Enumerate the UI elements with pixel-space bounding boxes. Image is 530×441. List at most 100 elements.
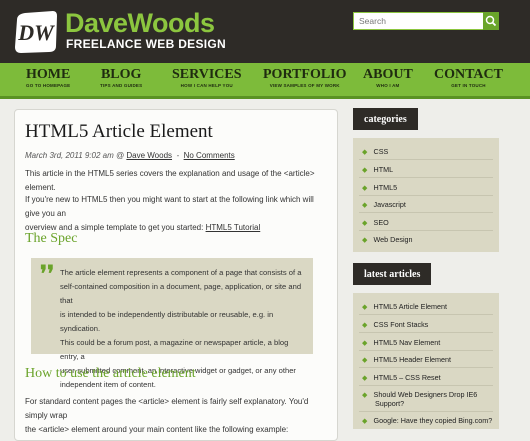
article-para2: If you're new to HTML5 then you might wa… xyxy=(25,193,325,235)
logo-icon[interactable]: DW xyxy=(13,10,59,54)
bullet-icon: ◆ xyxy=(362,302,368,311)
search-input[interactable]: Search xyxy=(353,12,499,30)
latest-label: HTML5 – CSS Reset xyxy=(373,373,441,382)
quote-icon: ❜❜ xyxy=(40,261,55,286)
category-label: Javascript xyxy=(373,200,406,209)
latest-label: Should Web Designers Drop IE6 xyxy=(373,390,478,399)
quote-line: The article element represents a compone… xyxy=(60,268,302,277)
howto-para: For standard content pages the <article>… xyxy=(25,395,325,437)
quote-line: self-contained composition in a document… xyxy=(60,282,302,305)
categories-heading: categories xyxy=(353,108,418,130)
category-label: SEO xyxy=(373,218,389,227)
quote-line: This could be a forum post, a magazine o… xyxy=(60,338,289,361)
latest-label: HTML5 Nav Element xyxy=(373,338,441,347)
latest-item[interactable]: ◆ Should Web Designers Drop IE6 Support? xyxy=(362,390,477,408)
category-label: CSS xyxy=(373,147,389,156)
para2-line1: If you're new to HTML5 then you might wa… xyxy=(25,195,314,218)
category-item[interactable]: ◆ CSS xyxy=(362,147,388,156)
latest-item[interactable]: ◆ HTML5 Header Element xyxy=(362,355,451,364)
divider xyxy=(359,230,493,231)
nav-sub: TIPS AND GUIDES xyxy=(100,83,143,88)
spec-heading: The Spec xyxy=(25,231,78,246)
nav-item-about[interactable]: ABOUT WHO I AM xyxy=(363,67,413,89)
comments-link[interactable]: No Comments xyxy=(184,151,235,160)
divider xyxy=(359,159,493,160)
article-intro: This article in the HTML5 series covers … xyxy=(25,169,315,192)
bullet-icon: ◆ xyxy=(362,338,368,347)
nav-label: PORTFOLIO xyxy=(263,67,347,82)
divider xyxy=(359,195,493,196)
nav-label: BLOG xyxy=(100,67,142,82)
nav-sub: WHO I AM xyxy=(376,83,400,88)
spec-blockquote: ❜❜ The article element represents a comp… xyxy=(31,258,313,389)
bullet-icon: ◆ xyxy=(362,416,368,425)
category-item[interactable]: ◆ Javascript xyxy=(362,200,406,209)
bullet-icon: ◆ xyxy=(362,390,368,399)
bullet-icon: ◆ xyxy=(362,183,368,192)
nav-item-contact[interactable]: CONTACT GET IN TOUCH xyxy=(434,67,503,89)
author-link[interactable]: Dave Woods xyxy=(126,151,172,160)
divider xyxy=(359,367,493,368)
tutorial-link[interactable]: HTML5 Tutorial xyxy=(206,223,261,232)
divider xyxy=(359,411,493,412)
bullet-icon: ◆ xyxy=(362,373,368,382)
bullet-icon: ◆ xyxy=(362,147,368,156)
logo-initials: DW xyxy=(17,20,55,45)
meta-separator: - xyxy=(174,151,182,160)
category-item[interactable]: ◆ HTML5 xyxy=(362,183,397,192)
nav-item-portfolio[interactable]: PORTFOLIO VIEW SAMPLES OF MY WORK xyxy=(263,67,347,89)
nav-sub: VIEW SAMPLES OF MY WORK xyxy=(269,83,340,88)
divider xyxy=(359,350,493,351)
latest-label: CSS Font Stacks xyxy=(373,320,429,329)
category-label: Web Design xyxy=(373,235,413,244)
category-item[interactable]: ◆ SEO xyxy=(362,218,389,227)
latest-item[interactable]: ◆ CSS Font Stacks xyxy=(362,320,428,329)
search-icon xyxy=(485,15,497,27)
divider xyxy=(359,177,493,178)
main-nav: HOME GO TO HOMEPAGE BLOG TIPS AND GUIDES… xyxy=(0,63,530,99)
nav-item-services[interactable]: SERVICES HOW I CAN HELP YOU xyxy=(172,67,242,89)
category-item[interactable]: ◆ Web Design xyxy=(362,235,413,244)
latest-label: Google: Have they copied Bing.com? xyxy=(373,416,493,425)
howto-line1: For standard content pages the <article>… xyxy=(25,397,309,420)
article-meta: March 3rd, 2011 9:02 am @ Dave Woods - N… xyxy=(25,151,235,160)
category-label: HTML5 xyxy=(373,183,398,192)
latest-label-cont: Support? xyxy=(375,399,405,408)
search-button[interactable] xyxy=(483,12,499,30)
nav-sub: GO TO HOMEPAGE xyxy=(26,83,71,88)
categories-box: ◆ CSS ◆ HTML ◆ HTML5 ◆ Javascript ◆ SEO ◆ Web … xyxy=(353,138,499,252)
site-header: DW DaveWoods FREELANCE WEB DESIGN xyxy=(0,0,530,63)
nav-label: CONTACT xyxy=(434,67,503,82)
bullet-icon: ◆ xyxy=(362,320,368,329)
divider xyxy=(359,332,493,333)
howto-line2: the <article> element around your main c… xyxy=(25,425,289,434)
latest-item[interactable]: ◆ HTML5 Article Element xyxy=(362,302,447,311)
latest-label: HTML5 Article Element xyxy=(373,302,448,311)
category-item[interactable]: ◆ HTML xyxy=(362,165,393,174)
latest-box: ◆ HTML5 Article Element ◆ CSS Font Stacks … xyxy=(353,293,499,429)
nav-sub: GET IN TOUCH xyxy=(451,83,486,88)
bullet-icon: ◆ xyxy=(362,200,368,209)
latest-item[interactable]: ◆ Google: Have they copied Bing.com? xyxy=(362,416,492,425)
bullet-icon: ◆ xyxy=(362,235,368,244)
nav-label: HOME xyxy=(26,67,71,82)
quote-line: is intended to be independently distribu… xyxy=(60,310,274,333)
bullet-icon: ◆ xyxy=(362,355,368,364)
nav-sub: HOW I CAN HELP YOU xyxy=(180,83,233,88)
article-title: HTML5 Article Element xyxy=(25,121,213,142)
article-date: March 3rd, 2011 9:02 am @ xyxy=(25,151,125,160)
latest-heading: latest articles xyxy=(353,263,432,285)
howto-heading: How to use the article element xyxy=(25,366,196,381)
divider xyxy=(359,314,493,315)
site-brand[interactable]: DaveWoods xyxy=(65,8,215,39)
nav-label: ABOUT xyxy=(363,67,413,82)
nav-item-blog[interactable]: BLOG TIPS AND GUIDES xyxy=(100,67,143,89)
nav-item-home[interactable]: HOME GO TO HOMEPAGE xyxy=(26,67,71,89)
latest-label: HTML5 Header Element xyxy=(373,355,452,364)
latest-item[interactable]: ◆ HTML5 – CSS Reset xyxy=(362,373,441,382)
nav-label: SERVICES xyxy=(172,67,242,82)
latest-item[interactable]: ◆ HTML5 Nav Element xyxy=(362,338,440,347)
site-tagline: FREELANCE WEB DESIGN xyxy=(66,37,227,51)
bullet-icon: ◆ xyxy=(362,218,368,227)
divider xyxy=(359,212,493,213)
